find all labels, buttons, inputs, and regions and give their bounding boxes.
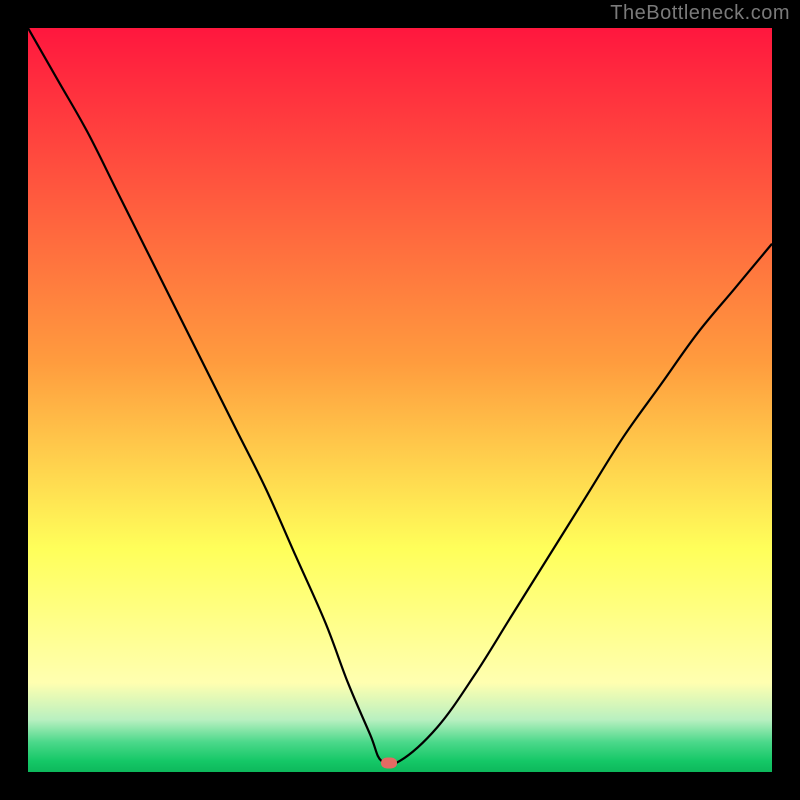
chart-frame: TheBottleneck.com	[0, 0, 800, 800]
plot-area	[28, 28, 772, 772]
bottleneck-curve	[28, 28, 772, 772]
minimum-marker-icon	[381, 758, 397, 769]
attribution-text: TheBottleneck.com	[610, 2, 790, 25]
